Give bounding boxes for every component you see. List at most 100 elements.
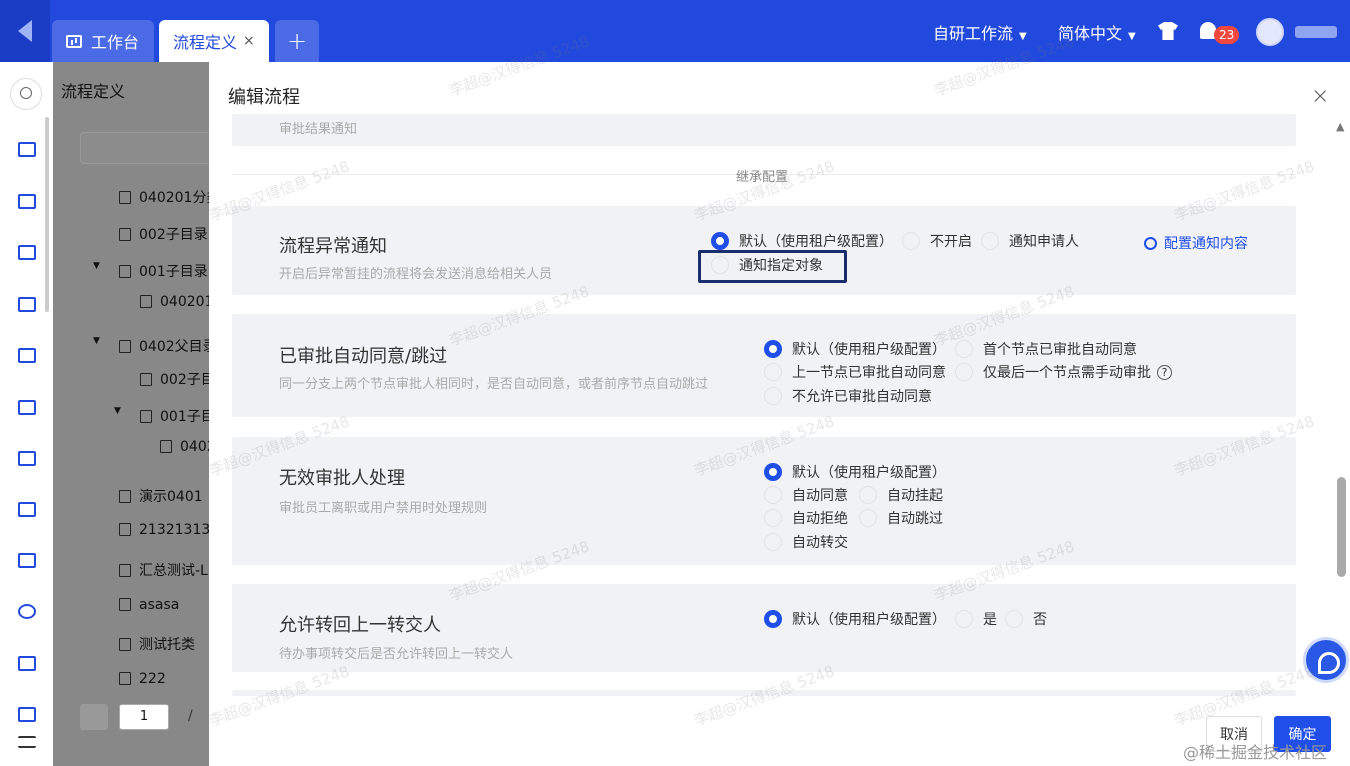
- radio-default[interactable]: 默认（使用租户级配置）: [711, 231, 893, 251]
- add-tab-button[interactable]: +: [275, 20, 319, 62]
- tree-item[interactable]: ▼ 0402父目录: [93, 336, 217, 356]
- help-icon[interactable]: ?: [1157, 364, 1172, 380]
- radio-unchecked-icon: [955, 610, 973, 628]
- scroll-up-icon[interactable]: ▲: [1336, 120, 1344, 133]
- tree-item[interactable]: 测试托类: [119, 634, 195, 654]
- menu-mail-icon[interactable]: [18, 707, 36, 722]
- document-icon: [160, 440, 172, 453]
- menu-monitor-icon[interactable]: [18, 245, 36, 260]
- caret-down-icon[interactable]: ▼: [93, 261, 100, 271]
- language-menu[interactable]: 简体中文 ▼: [1058, 20, 1136, 44]
- radio-unchecked-icon: [902, 232, 920, 250]
- pager-prev-button[interactable]: [80, 704, 108, 730]
- tree-item[interactable]: ▼ 001子目: [114, 406, 215, 426]
- radio-default[interactable]: 默认（使用租户级配置）: [764, 462, 946, 482]
- document-icon: [119, 638, 131, 651]
- document-icon: [119, 490, 131, 503]
- setting-desc: 开启后异常暂挂的流程将会发送消息给相关人员: [279, 267, 553, 282]
- tree-item[interactable]: 040201: [140, 294, 213, 310]
- folder-icon: [119, 672, 131, 685]
- radio-yes[interactable]: 是: [955, 609, 997, 629]
- document-icon: [119, 191, 131, 204]
- tree-item[interactable]: 222: [119, 671, 166, 687]
- chevron-down-icon: ▼: [1128, 31, 1136, 42]
- search-icon[interactable]: [10, 78, 42, 110]
- drawer-title: 编辑流程: [228, 87, 300, 108]
- pager-page-input[interactable]: 1: [119, 704, 169, 730]
- rail-scrollbar[interactable]: [45, 117, 49, 312]
- radio-unchecked-icon: [764, 363, 782, 381]
- radio-first-node[interactable]: 首个节点已审批自动同意: [955, 339, 1137, 359]
- radio-disable[interactable]: 不开启: [902, 231, 972, 251]
- radio-auto-suspend[interactable]: 自动挂起: [859, 485, 943, 505]
- workflow-menu[interactable]: 自研工作流 ▼: [933, 20, 1027, 44]
- document-icon: [140, 295, 152, 308]
- floating-help-icon[interactable]: [1303, 637, 1349, 683]
- radio-unchecked-icon: [764, 486, 782, 504]
- radio-auto-agree[interactable]: 自动同意: [764, 485, 848, 505]
- radio-unchecked-icon: [955, 340, 973, 358]
- menu-code-icon[interactable]: [18, 297, 36, 312]
- tree-search-input[interactable]: [80, 132, 220, 164]
- tab-process-definition[interactable]: 流程定义 ×: [159, 20, 269, 62]
- radio-unchecked-icon: [955, 363, 973, 381]
- menu-code-icon[interactable]: [18, 656, 36, 671]
- user-name[interactable]: [1295, 26, 1337, 38]
- pager-separator: /: [188, 708, 193, 724]
- menu-circle-icon[interactable]: [18, 604, 36, 619]
- config-notify-content-link[interactable]: 配置通知内容: [1144, 233, 1248, 253]
- menu-screen-icon[interactable]: [18, 400, 36, 415]
- tab-workbench[interactable]: 工作台: [52, 20, 154, 62]
- notification-badge: 23: [1214, 26, 1240, 44]
- tree-item[interactable]: ▼ 001子目录: [93, 261, 208, 281]
- radio-auto-reject[interactable]: 自动拒绝: [764, 508, 848, 528]
- language-menu-label: 简体中文: [1058, 24, 1123, 43]
- radio-unchecked-icon: [859, 509, 877, 527]
- caret-down-icon[interactable]: ▼: [114, 406, 121, 416]
- tree-item[interactable]: 汇总测试-L: [119, 560, 208, 580]
- tab-close-icon[interactable]: ×: [243, 33, 255, 49]
- app-logo[interactable]: [0, 0, 50, 62]
- menu-monitor-icon[interactable]: [18, 142, 36, 157]
- tree-item[interactable]: 002子目录: [119, 224, 208, 244]
- radio-unchecked-icon: [764, 387, 782, 405]
- setting-title: 已审批自动同意/跳过: [279, 346, 448, 367]
- menu-monitor-icon[interactable]: [18, 451, 36, 466]
- menu-code-icon[interactable]: [18, 502, 36, 517]
- menu-code-icon[interactable]: [18, 194, 36, 209]
- collapse-menu-icon[interactable]: [18, 736, 36, 748]
- radio-no[interactable]: 否: [1005, 609, 1047, 629]
- radio-auto-transfer[interactable]: 自动转交: [764, 532, 848, 552]
- radio-auto-skip[interactable]: 自动跳过: [859, 508, 943, 528]
- menu-code-icon[interactable]: [18, 348, 36, 363]
- caret-down-icon[interactable]: ▼: [93, 336, 100, 346]
- top-navigation-bar: 工作台 流程定义 × + 自研工作流 ▼ 简体中文 ▼ 23: [0, 0, 1350, 62]
- radio-disallow[interactable]: 不允许已审批自动同意: [764, 386, 932, 406]
- theme-icon[interactable]: [1158, 22, 1178, 40]
- setting-title: 允许转回上一转交人: [279, 615, 441, 636]
- close-icon[interactable]: ×: [1311, 84, 1329, 109]
- radio-prev-node[interactable]: 上一节点已审批自动同意: [764, 362, 946, 382]
- menu-org-icon[interactable]: [18, 553, 36, 568]
- tree-item[interactable]: 演示0401: [119, 486, 203, 506]
- workflow-menu-label: 自研工作流: [933, 24, 1014, 43]
- radio-default[interactable]: 默认（使用租户级配置）: [764, 339, 946, 359]
- radio-unchecked-icon: [859, 486, 877, 504]
- radio-unchecked-icon: [981, 232, 999, 250]
- radio-unchecked-icon: [764, 509, 782, 527]
- drawer-scrollbar[interactable]: [1337, 477, 1346, 577]
- radio-checked-icon: [764, 340, 782, 358]
- tree-item[interactable]: asasa: [119, 597, 179, 613]
- avatar[interactable]: [1256, 18, 1284, 46]
- radio-last-node-manual[interactable]: 仅最后一个节点需手动审批?: [955, 362, 1172, 382]
- radio-notify-applicant[interactable]: 通知申请人: [981, 231, 1079, 251]
- radio-checked-icon: [764, 463, 782, 481]
- next-setting-block: [232, 690, 1296, 696]
- logo-icon: [18, 20, 32, 42]
- tree-item[interactable]: 0402: [160, 439, 216, 455]
- tree-item[interactable]: 040201分类: [119, 187, 220, 207]
- gear-icon: [1144, 236, 1157, 250]
- tree-item[interactable]: 002子目: [140, 369, 215, 389]
- folder-icon: [119, 228, 131, 241]
- radio-default[interactable]: 默认（使用租户级配置）: [764, 609, 946, 629]
